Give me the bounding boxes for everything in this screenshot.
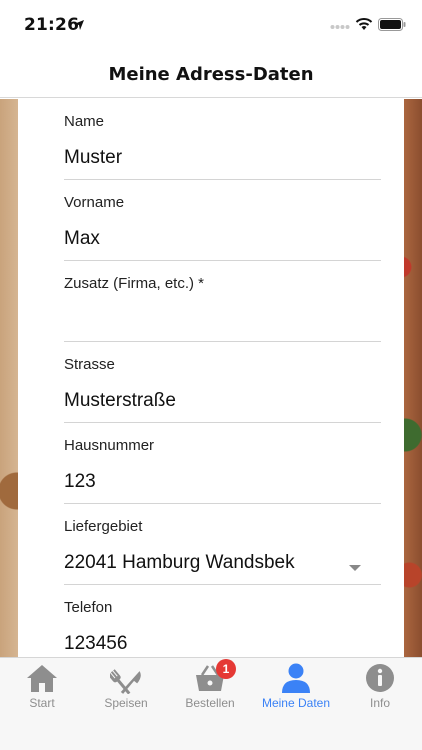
signal-dots-icon xyxy=(330,25,350,29)
zusatz-field[interactable]: Zusatz (Firma, etc.) * xyxy=(64,261,381,342)
tab-label: Info xyxy=(369,696,390,710)
tab-label: Meine Daten xyxy=(261,696,331,710)
vorname-field[interactable]: Vorname Max xyxy=(64,180,381,261)
tab-bar: Start Speisen 1 Bestellen Meine Daten In… xyxy=(0,657,422,750)
tab-speisen[interactable]: Speisen xyxy=(84,658,168,718)
vorname-input[interactable]: Max xyxy=(64,228,100,250)
telefon-field[interactable]: Telefon 123456 xyxy=(64,585,381,659)
field-label: Telefon xyxy=(64,599,113,616)
tab-bestellen[interactable]: 1 Bestellen xyxy=(168,658,252,718)
dropdown-arrow-icon[interactable] xyxy=(349,565,361,571)
tab-start[interactable]: Start xyxy=(0,658,84,718)
field-label: Zusatz (Firma, etc.) * xyxy=(64,275,205,292)
liefergebiet-field[interactable]: Liefergebiet 22041 Hamburg Wandsbek xyxy=(64,504,381,585)
nav-bar: Meine Adress-Daten xyxy=(0,50,422,98)
location-arrow-icon xyxy=(74,20,84,30)
tab-info[interactable]: Info xyxy=(338,658,422,718)
name-field[interactable]: Name Muster xyxy=(64,99,381,180)
field-label: Liefergebiet xyxy=(64,518,143,535)
field-label: Strasse xyxy=(64,356,115,373)
battery-icon xyxy=(378,18,406,31)
home-icon xyxy=(27,665,57,692)
name-input[interactable]: Muster xyxy=(64,147,122,169)
field-label: Hausnummer xyxy=(64,437,155,454)
strasse-field[interactable]: Strasse Musterstraße xyxy=(64,342,381,423)
person-icon xyxy=(282,663,310,693)
cutlery-icon xyxy=(110,669,141,694)
cart-count-badge: 1 xyxy=(216,659,236,679)
status-bar: 21:26 xyxy=(0,0,422,50)
field-label: Name xyxy=(64,113,105,130)
tab-label: Bestellen xyxy=(185,696,235,710)
wifi-icon xyxy=(355,18,373,30)
strasse-input[interactable]: Musterstraße xyxy=(64,390,176,412)
info-icon xyxy=(366,664,394,692)
field-label: Vorname xyxy=(64,194,125,211)
status-time: 21:26 xyxy=(24,15,80,35)
address-form: Name Muster Vorname Max Zusatz (Firma, e… xyxy=(18,99,404,659)
liefergebiet-select[interactable]: 22041 Hamburg Wandsbek xyxy=(64,552,295,574)
page-title: Meine Adress-Daten xyxy=(108,64,314,85)
hausnummer-field[interactable]: Hausnummer 123 xyxy=(64,423,381,504)
hausnummer-input[interactable]: 123 xyxy=(64,471,96,493)
telefon-input[interactable]: 123456 xyxy=(64,633,127,655)
tab-label: Speisen xyxy=(104,696,148,710)
tab-meine-daten[interactable]: Meine Daten xyxy=(254,658,338,718)
tab-label: Start xyxy=(29,696,55,710)
